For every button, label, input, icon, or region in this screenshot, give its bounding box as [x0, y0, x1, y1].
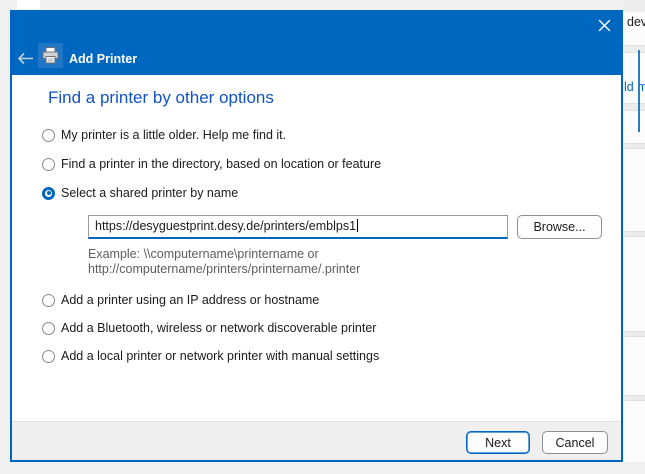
- page-title: Find a printer by other options: [48, 88, 274, 108]
- background-band: [623, 0, 645, 12]
- background-separator: [623, 331, 645, 337]
- close-icon[interactable]: [592, 13, 616, 37]
- cancel-button[interactable]: Cancel: [542, 431, 608, 454]
- radio-icon-selected[interactable]: [42, 187, 55, 200]
- dialog-footer: Next Cancel: [12, 421, 621, 460]
- option-older-printer[interactable]: My printer is a little older. Help me fi…: [42, 127, 286, 143]
- background-separator: [623, 103, 645, 111]
- example-line-2: http://computername/printers/printername…: [88, 262, 360, 277]
- background-separator: [623, 143, 645, 149]
- radio-icon[interactable]: [42, 294, 55, 307]
- radio-icon[interactable]: [42, 129, 55, 142]
- option-directory-printer[interactable]: Find a printer in the directory, based o…: [42, 156, 381, 172]
- background-separator: [623, 231, 645, 237]
- add-printer-dialog: Add Printer Find a printer by other opti…: [10, 10, 623, 462]
- option-label: Add a local printer or network printer w…: [61, 349, 379, 363]
- option-local-manual[interactable]: Add a local printer or network printer w…: [42, 348, 379, 364]
- background-text-dev: dev: [627, 15, 645, 29]
- option-bluetooth-wireless[interactable]: Add a Bluetooth, wireless or network dis…: [42, 320, 376, 336]
- example-hint-text: Example: \\computername\printername or h…: [88, 247, 360, 277]
- background-window-fragment-top: [17, 0, 40, 9]
- next-button[interactable]: Next: [466, 431, 530, 454]
- option-label: Find a printer in the directory, based o…: [61, 157, 381, 171]
- option-label: My printer is a little older. Help me fi…: [61, 128, 286, 142]
- background-separator: [623, 395, 645, 401]
- option-label: Select a shared printer by name: [61, 186, 238, 200]
- background-link-fragment[interactable]: ld m: [624, 80, 645, 94]
- option-label: Add a Bluetooth, wireless or network dis…: [61, 321, 376, 335]
- radio-icon[interactable]: [42, 158, 55, 171]
- radio-icon[interactable]: [42, 322, 55, 335]
- background-window-fragment-right: dev ld m: [623, 0, 645, 462]
- background-separator: [623, 45, 645, 53]
- printer-icon: [38, 43, 63, 68]
- dialog-title: Add Printer: [69, 52, 137, 66]
- option-label: Add a printer using an IP address or hos…: [61, 293, 319, 307]
- url-input-value: https://desyguestprint.desy.de/printers/…: [95, 219, 356, 233]
- browse-button[interactable]: Browse...: [517, 215, 602, 239]
- dialog-titlebar: Add Printer: [12, 12, 621, 75]
- background-window-edge: [638, 50, 640, 132]
- option-ip-address[interactable]: Add a printer using an IP address or hos…: [42, 292, 319, 308]
- option-shared-printer[interactable]: Select a shared printer by name: [42, 185, 238, 201]
- example-line-1: Example: \\computername\printername or: [88, 247, 360, 262]
- text-caret: [357, 219, 358, 232]
- radio-icon[interactable]: [42, 350, 55, 363]
- shared-printer-url-input[interactable]: https://desyguestprint.desy.de/printers/…: [88, 215, 508, 239]
- back-arrow-icon[interactable]: [16, 50, 34, 66]
